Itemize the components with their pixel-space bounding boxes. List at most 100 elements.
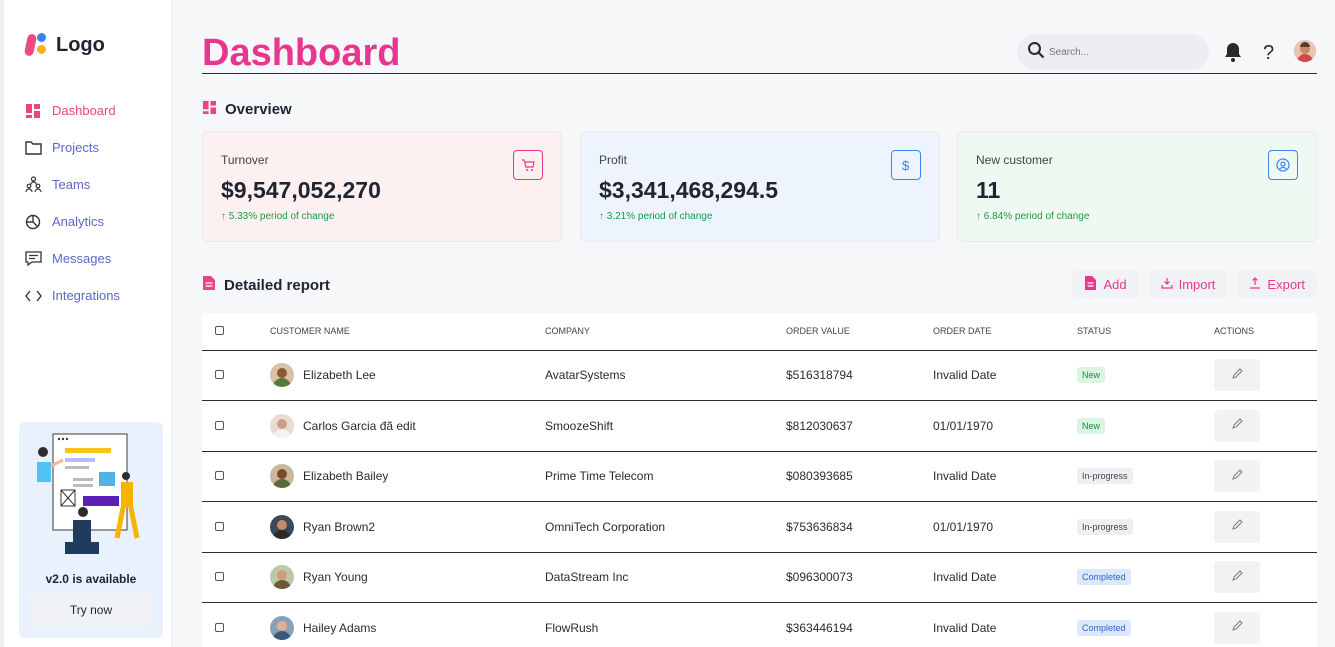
add-file-icon	[1084, 275, 1097, 294]
customer-cell: Ryan Brown2	[270, 514, 545, 539]
report-heading: Detailed report	[202, 275, 330, 295]
sidebar-item-messages[interactable]: Messages	[24, 240, 164, 277]
status-badge: Completed	[1077, 619, 1131, 636]
row-checkbox[interactable]	[215, 521, 224, 531]
sidebar-item-teams[interactable]: Teams	[24, 166, 164, 203]
sidebar-item-integrations[interactable]: Integrations	[24, 277, 164, 314]
cart-icon	[513, 150, 543, 180]
row-checkbox[interactable]	[215, 471, 224, 481]
avatar	[270, 615, 294, 640]
export-label: Export	[1267, 276, 1305, 292]
add-button[interactable]: Add	[1072, 270, 1139, 298]
customer-name: Hailey Adams	[303, 620, 377, 635]
order-date-cell: Invalid Date	[933, 620, 997, 635]
profit-card: Profit $3,341,468,294.5 ↑ 3.21% period o…	[580, 131, 940, 242]
edit-button[interactable]	[1214, 561, 1260, 594]
sidebar-item-label: Messages	[52, 251, 112, 266]
customer-cell: Ryan Young	[270, 565, 545, 590]
edit-button[interactable]	[1214, 359, 1260, 392]
order-value-cell: $516318794	[786, 368, 853, 383]
sidebar-item-dashboard[interactable]: Dashboard	[24, 92, 164, 129]
export-icon	[1249, 276, 1261, 292]
avatar	[270, 514, 294, 539]
avatar	[270, 413, 294, 438]
table-row[interactable]: Carlos Garcia đã edit SmoozeShift $81203…	[202, 401, 1317, 451]
page-header: Dashboard ?	[202, 30, 1317, 74]
edit-button[interactable]	[1214, 510, 1260, 543]
search-icon	[1027, 41, 1045, 64]
avatar	[270, 464, 294, 489]
edit-button[interactable]	[1214, 409, 1260, 442]
company-cell: DataStream Inc	[545, 570, 629, 585]
edit-button[interactable]	[1214, 460, 1260, 493]
search-input[interactable]	[1049, 46, 1189, 58]
row-checkbox[interactable]	[215, 370, 224, 380]
status-badge: New	[1077, 417, 1106, 434]
upgrade-promo: v2.0 is available Try now	[19, 422, 163, 638]
avatar	[270, 363, 294, 388]
order-date-cell: 01/01/1970	[933, 418, 994, 433]
sidebar-item-label: Dashboard	[52, 103, 116, 118]
card-label: New customer	[976, 153, 1053, 167]
try-now-button[interactable]: Try now	[31, 594, 151, 626]
select-all-checkbox[interactable]	[215, 325, 224, 335]
pencil-icon	[1231, 418, 1243, 433]
pencil-icon	[1231, 368, 1243, 383]
order-value-cell: $363446194	[786, 620, 853, 635]
search-box[interactable]	[1017, 34, 1209, 70]
pencil-icon	[1231, 570, 1243, 585]
pencil-icon	[1231, 469, 1243, 484]
svg-text:?: ?	[1263, 42, 1274, 62]
customer-name: Elizabeth Bailey	[303, 469, 389, 484]
row-checkbox[interactable]	[215, 622, 224, 632]
column-header[interactable]: ORDER VALUE	[786, 313, 933, 350]
table-row[interactable]: Hailey Adams FlowRush $363446194 Invalid…	[202, 603, 1317, 647]
column-header[interactable]: CUSTOMER NAME	[270, 313, 545, 350]
sidebar-item-label: Integrations	[52, 288, 120, 303]
company-cell: FlowRush	[545, 620, 599, 635]
order-value-cell: $096300073	[786, 570, 853, 585]
table-row[interactable]: Ryan Young DataStream Inc $096300073 Inv…	[202, 552, 1317, 603]
report-actions: Add Import Export	[1072, 270, 1317, 298]
column-header[interactable]: STATUS	[1077, 313, 1214, 350]
order-value-cell: $080393685	[786, 469, 853, 484]
status-badge: In-progress	[1077, 518, 1133, 535]
column-header[interactable]: ORDER DATE	[933, 313, 1077, 350]
help-icon[interactable]: ?	[1258, 40, 1280, 64]
sidebar-item-projects[interactable]: Projects	[24, 129, 164, 166]
page-title: Dashboard	[202, 32, 401, 74]
column-header[interactable]: COMPANY	[545, 313, 786, 350]
card-change: ↑ 5.33% period of change	[221, 211, 335, 222]
table-row[interactable]: Elizabeth Bailey Prime Time Telecom $080…	[202, 451, 1317, 502]
edit-button[interactable]	[1214, 611, 1260, 644]
sidebar-item-label: Projects	[52, 140, 99, 155]
customer-cell: Hailey Adams	[270, 615, 545, 640]
import-label: Import	[1178, 276, 1216, 292]
order-date-cell: Invalid Date	[933, 570, 997, 585]
table-row[interactable]: Elizabeth Lee AvatarSystems $516318794 I…	[202, 350, 1317, 401]
table-header-row: CUSTOMER NAME COMPANY ORDER VALUE ORDER …	[202, 313, 1317, 350]
card-label: Profit	[599, 153, 628, 167]
table-row[interactable]: Ryan Brown2 OmniTech Corporation $753636…	[202, 502, 1317, 552]
import-button[interactable]: Import	[1148, 270, 1228, 298]
sidebar-item-label: Teams	[52, 177, 91, 192]
export-button[interactable]: Export	[1237, 270, 1317, 298]
card-label: Turnover	[221, 153, 269, 167]
status-badge: In-progress	[1077, 468, 1133, 485]
logo[interactable]: Logo	[23, 32, 105, 58]
overview-title: Overview	[225, 101, 292, 118]
add-label: Add	[1103, 276, 1127, 292]
promo-title: v2.0 is available	[45, 572, 137, 586]
status-badge: New	[1077, 367, 1106, 384]
status-badge: Completed	[1077, 569, 1131, 586]
avatar[interactable]	[1294, 40, 1316, 62]
folder-icon	[24, 139, 42, 157]
code-icon	[24, 287, 42, 305]
row-checkbox[interactable]	[215, 420, 224, 430]
row-checkbox[interactable]	[215, 572, 224, 582]
new-customer-card: New customer 11 ↑ 6.84% period of change	[957, 131, 1317, 242]
company-cell: Prime Time Telecom	[545, 469, 654, 484]
sidebar-item-analytics[interactable]: Analytics	[24, 203, 164, 240]
company-cell: AvatarSystems	[545, 368, 626, 383]
bell-icon[interactable]	[1222, 40, 1244, 64]
